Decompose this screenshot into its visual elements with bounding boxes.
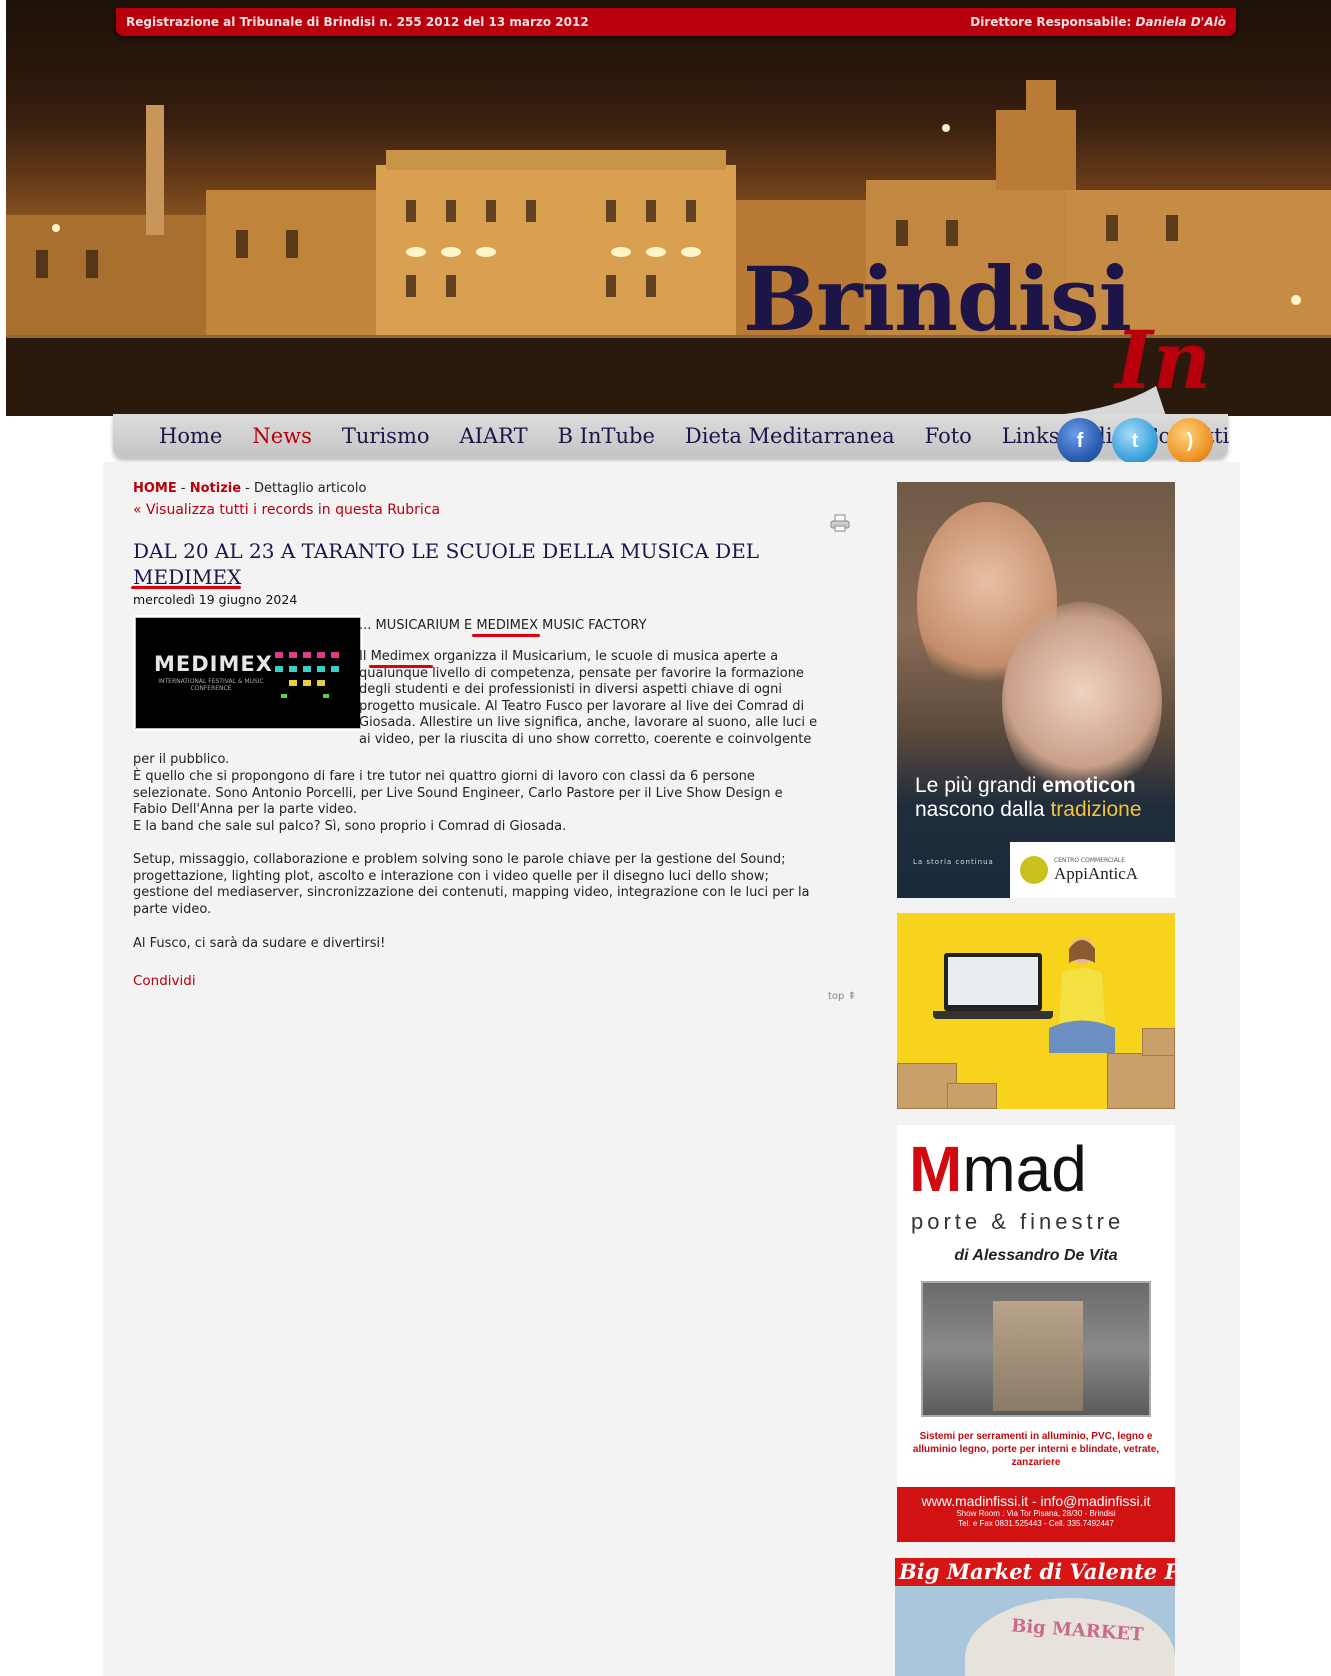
laptop-icon [944,953,1042,1011]
twitter-icon[interactable]: t [1112,418,1158,464]
registration-bar: Registrazione al Tribunale di Brindisi n… [116,8,1236,36]
mad-contact-bar: www.madinfissi.it - info@madinfissi.it S… [897,1487,1175,1542]
thumbnail-title: MEDIMEX [154,652,273,676]
ad-mad-infissi[interactable]: Mmad porte & finestre di Alessandro De V… [897,1125,1175,1542]
director-name: Daniela D'Alò [1135,15,1226,29]
mad-description: Sistemi per serramenti in alluminio, PVC… [912,1431,1160,1468]
paragraph-1-tail: per il pubblico. [133,752,230,767]
breadcrumb: HOME - Notizie - Dettaglio articolo [133,481,367,496]
highlight-underline [369,665,433,668]
appiantica-emblem-icon [1020,856,1048,884]
nav-item-turismo[interactable]: Turismo [342,424,430,448]
rubrica-link[interactable]: « Visualizza tutti i records in questa R… [133,502,440,518]
thumbnail-subtitle: INTERNATIONAL FESTIVAL & MUSIC CONFERENC… [158,678,264,692]
registration-text: Registrazione al Tribunale di Brindisi n… [126,15,589,29]
paragraph-2: È quello che si propongono di fare i tre… [133,769,783,834]
header-banner: Registrazione al Tribunale di Brindisi n… [6,0,1331,416]
mad-logo: Mmad [909,1133,1087,1205]
nav-item-b-intube[interactable]: B InTube [558,424,655,448]
appiantica-logo: CENTRO COMMERCIALE AppiAnticA [1010,842,1175,898]
article-date: mercoledì 19 giugno 2024 [133,592,298,607]
paragraph-3: Setup, missaggio, collaborazione e probl… [133,852,810,917]
print-icon[interactable] [830,514,850,532]
paragraph-1: Il Medimex organizza il Musicarium, le s… [359,649,818,747]
facebook-icon[interactable]: f [1057,418,1103,464]
ad-headline: Le più grandi emoticon nascono dalla tra… [915,774,1142,821]
breadcrumb-notizie[interactable]: Notizie [190,481,241,496]
ad-appiantica[interactable]: Le più grandi emoticon nascono dalla tra… [897,482,1175,898]
article-lead: ... MUSICARIUM E MEDIMEX MUSIC FACTORY [359,618,647,633]
article-title: DAL 20 AL 23 A TARANTO LE SCUOLE DELLA M… [133,539,760,589]
article-thumbnail[interactable]: MEDIMEX INTERNATIONAL FESTIVAL & MUSIC C… [133,615,363,731]
mad-showroom-photo [921,1281,1151,1417]
share-link[interactable]: Condividi [133,973,196,989]
nav-item-news[interactable]: News [252,424,312,448]
nav-item-aiart[interactable]: AIART [460,424,528,448]
ad-photo-grandmother [1002,602,1162,802]
mad-subtitle: porte & finestre [911,1209,1125,1234]
nav-item-dieta-meditarranea[interactable]: Dieta Meditarranea [685,424,895,448]
site-logo-accent: In [1115,313,1211,407]
thumbnail-pixel-art [275,652,339,698]
nav-item-foto[interactable]: Foto [925,424,972,448]
rss-icon[interactable]: ) [1167,418,1213,464]
back-to-top-link[interactable]: top ⇞ [828,991,856,1002]
ad-ecommerce[interactable] [897,913,1175,1109]
highlight-underline [472,634,540,637]
ad-big-market[interactable]: Big Market di Valente Paolo Big MARKET [895,1558,1175,1676]
breadcrumb-current: Dettaglio articolo [254,481,367,496]
ad-tagline: La storia continua [913,858,994,866]
paragraph-4: Al Fusco, ci sarà da sudare e divertirsi… [133,936,386,951]
mad-owner: di Alessandro De Vita [954,1247,1118,1264]
site-logo[interactable]: Brindisi [743,255,1132,343]
director-credit: Direttore Responsabile: Daniela D'Alò [970,15,1226,29]
nav-item-home[interactable]: Home [159,424,222,448]
big-market-title: Big Market di Valente Paolo [895,1558,1175,1586]
breadcrumb-home[interactable]: HOME [133,481,177,496]
highlight-underline [131,586,241,589]
